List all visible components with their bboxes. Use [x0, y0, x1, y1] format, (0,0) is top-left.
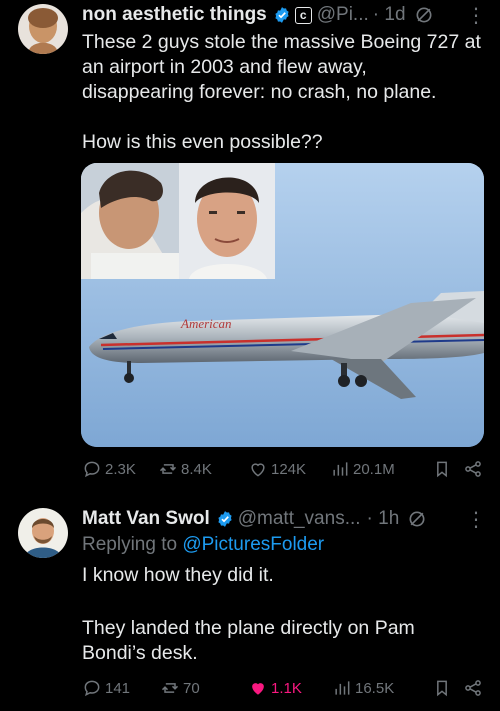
- photo: American: [81, 163, 484, 447]
- verified-badge-icon: [218, 511, 232, 527]
- more-options-icon[interactable]: ⋮: [466, 507, 486, 532]
- repost-count: 70: [183, 679, 200, 697]
- tweet-text-line: They landed the plane directly on Pam: [82, 617, 415, 639]
- like-button[interactable]: 124K: [248, 459, 330, 479]
- tweet-text-line: an airport in 2003 and flew away,: [82, 56, 367, 78]
- avatar[interactable]: [18, 4, 68, 54]
- repost-icon: [159, 464, 177, 474]
- replying-prefix: Replying to: [82, 534, 178, 555]
- avatar-image: [18, 508, 68, 558]
- action-bar: 2.3K 8.4K 124K 20.1M: [82, 457, 486, 481]
- tweet-media-image[interactable]: American: [81, 163, 484, 447]
- reply-count: 141: [105, 679, 131, 697]
- tweet-header: non aesthetic things c @Pi... · 1d ⋮: [82, 2, 486, 28]
- repost-button[interactable]: 70: [160, 678, 248, 698]
- more-options-icon[interactable]: ⋮: [466, 3, 486, 28]
- heart-filled-icon: [252, 683, 264, 695]
- bookmark-button[interactable]: [432, 459, 455, 479]
- replying-to-link[interactable]: @PicturesFolder: [182, 534, 324, 555]
- grok-icon[interactable]: [414, 5, 434, 25]
- views-chart-icon: [333, 462, 348, 476]
- timestamp[interactable]: · 1d: [373, 4, 406, 26]
- like-button[interactable]: 1.1K: [248, 678, 332, 698]
- view-count: 16.5K: [355, 679, 395, 697]
- handle[interactable]: @Pi...: [317, 4, 369, 26]
- tweet-text: These 2 guys stole the massive Boeing 72…: [82, 30, 482, 155]
- display-name[interactable]: Matt Van Swol: [82, 508, 210, 530]
- affiliate-badge: c: [294, 6, 312, 24]
- tweet-text-line: disappearing forever: no crash, no plane…: [82, 81, 437, 103]
- like-count: 1.1K: [271, 679, 302, 697]
- tweet-text: I know how they did it. They landed the …: [82, 563, 482, 666]
- tweet-text-line: Bondi’s desk.: [82, 642, 198, 664]
- tweet-header: Matt Van Swol @matt_vans... · 1h ⋮: [82, 506, 486, 532]
- share-button[interactable]: [463, 459, 486, 479]
- avatar[interactable]: [18, 508, 68, 558]
- avatar-image: [18, 4, 68, 54]
- repost-icon: [161, 683, 179, 693]
- views-chart-icon: [335, 681, 350, 695]
- tweet-text-line: I know how they did it.: [82, 564, 274, 586]
- grok-icon[interactable]: [407, 509, 427, 529]
- bookmark-button[interactable]: [432, 678, 455, 698]
- bookmark-icon: [437, 461, 447, 478]
- livery-text: American: [180, 316, 232, 331]
- replying-to: Replying to @PicturesFolder: [82, 532, 482, 557]
- reply-icon: [84, 461, 100, 478]
- bookmark-icon: [437, 680, 447, 697]
- reply-button[interactable]: 141: [82, 678, 160, 698]
- share-icon: [465, 680, 481, 696]
- handle[interactable]: @matt_vans...: [238, 508, 361, 530]
- repost-count: 8.4K: [181, 460, 212, 478]
- tweet-text-line: How is this even possible??: [82, 131, 323, 153]
- share-icon: [465, 461, 481, 477]
- action-bar: 141 70 1.1K 16.5K: [82, 676, 486, 700]
- views-button[interactable]: 20.1M: [330, 459, 420, 479]
- view-count: 20.1M: [353, 460, 395, 478]
- share-button[interactable]: [463, 678, 486, 698]
- heart-icon: [251, 463, 265, 477]
- reply-icon: [84, 680, 100, 697]
- display-name[interactable]: non aesthetic things: [82, 4, 267, 26]
- reply-count: 2.3K: [105, 460, 136, 478]
- repost-button[interactable]: 8.4K: [158, 459, 248, 479]
- like-count: 124K: [271, 460, 307, 478]
- timestamp[interactable]: · 1h: [367, 508, 400, 530]
- tweet-text-line: These 2 guys stole the massive Boeing 72…: [82, 31, 481, 53]
- views-button[interactable]: 16.5K: [332, 678, 422, 698]
- reply-button[interactable]: 2.3K: [82, 459, 158, 479]
- verified-badge-icon: [275, 7, 289, 23]
